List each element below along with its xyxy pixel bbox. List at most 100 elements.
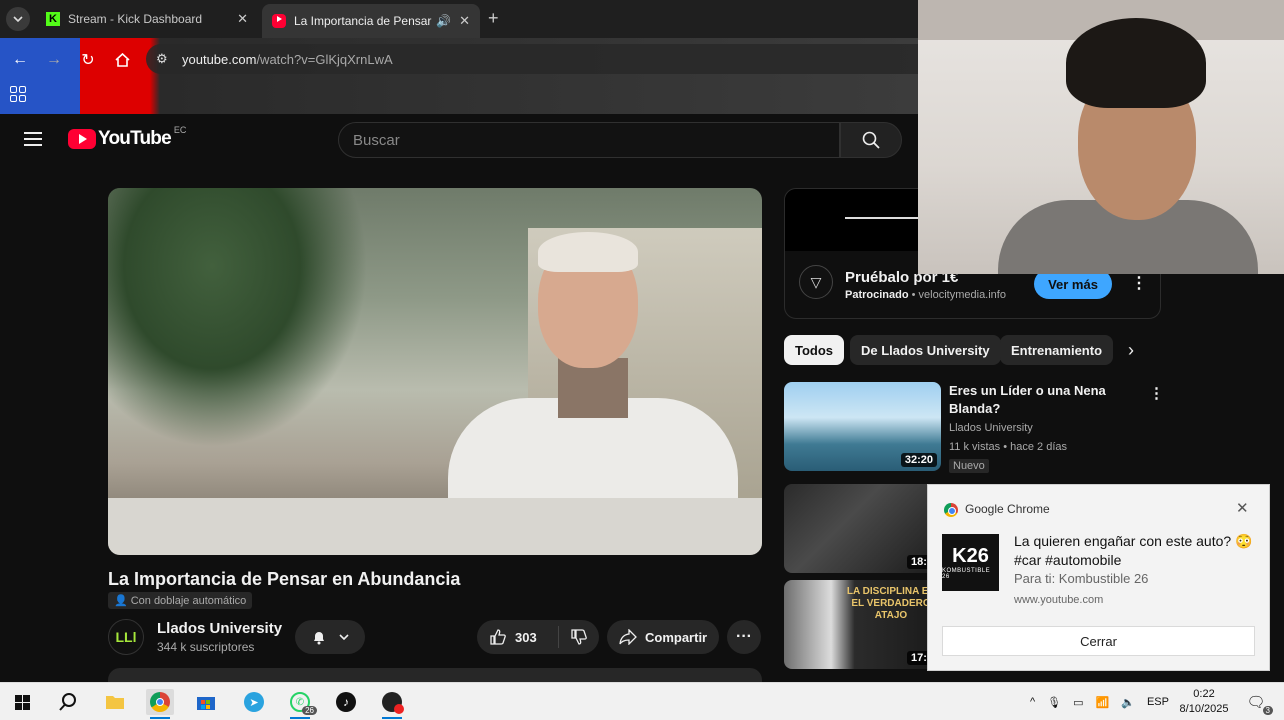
whatsapp-unread-badge: 26	[302, 706, 317, 715]
tab-youtube-video[interactable]: La Importancia de Pensar en 🔊 ✕	[262, 4, 480, 38]
webcam-overlay	[918, 0, 1284, 274]
youtube-header: YouTube EC Buscar	[0, 114, 920, 166]
video-thumbnail[interactable]: LA DISCIPLINA ES EL VERDADERO ATAJO 17:3	[784, 580, 941, 669]
search-button[interactable]	[840, 122, 902, 158]
recommended-channel[interactable]: Llados University	[949, 422, 1033, 434]
menu-icon[interactable]	[24, 132, 42, 146]
notification-site: www.youtube.com	[1014, 594, 1104, 606]
chip-entrenamiento[interactable]: Entrenamiento	[1000, 335, 1114, 365]
channel-avatar[interactable]: LLl	[108, 619, 144, 655]
chrome-notification[interactable]: Google Chrome ✕ K26 KOMBUSTIBLE 26 La qu…	[927, 484, 1270, 671]
country-code: EC	[173, 125, 187, 135]
back-arrow-icon[interactable]: ←	[8, 48, 32, 72]
tab-kick-dashboard[interactable]: K Stream - Kick Dashboard ✕	[36, 5, 258, 33]
browser-tabstrip: K Stream - Kick Dashboard ✕ La Importanc…	[0, 0, 920, 38]
clock-date: 8/10/2025	[1179, 703, 1229, 715]
video-duration: 32:20	[900, 453, 937, 467]
clock-time: 0:22	[1193, 688, 1215, 700]
address-bar[interactable]: ⚙ youtube.com/watch?v=GlKjqXrnLwA	[146, 44, 920, 74]
browser-toolbar: ← → ↻ ⚙ youtube.com/watch?v=GlKjqXrnLwA	[0, 38, 920, 114]
screen: K Stream - Kick Dashboard ✕ La Importanc…	[0, 0, 1284, 720]
like-count: 303	[515, 629, 537, 645]
notification-image: K26 KOMBUSTIBLE 26	[942, 534, 999, 591]
url-path: /watch?v=GlKjqXrnLwA	[256, 51, 393, 67]
tab-title: Stream - Kick Dashboard	[68, 12, 203, 26]
youtube-logo[interactable]: YouTube EC	[68, 125, 187, 150]
wifi-icon[interactable]: 📶	[1096, 696, 1110, 709]
windows-logo-icon	[14, 694, 30, 710]
youtube-favicon-icon	[272, 14, 286, 28]
subscribed-notifications-button[interactable]	[295, 620, 365, 654]
chevron-up-icon[interactable]: ^	[1030, 696, 1035, 708]
obs-taskbar-button[interactable]	[378, 689, 406, 719]
video-thumbnail[interactable]: 18:3	[784, 484, 941, 573]
more-vert-icon[interactable]: ⋮	[1149, 384, 1164, 402]
start-button[interactable]	[8, 689, 36, 715]
recommended-title[interactable]: Eres un Líder o una Nena Blanda?	[949, 382, 1129, 418]
like-button[interactable]: 303	[477, 626, 559, 648]
share-arrow-icon	[619, 629, 637, 645]
share-button[interactable]: Compartir	[607, 620, 719, 654]
dislike-button[interactable]	[559, 628, 599, 646]
chrome-logo-icon	[150, 692, 170, 712]
forward-arrow-icon[interactable]: →	[42, 48, 66, 72]
dub-person-icon: 👤	[114, 595, 128, 607]
youtube-wordmark: YouTube	[98, 128, 172, 149]
sponsored-label: Patrocinado	[845, 289, 909, 301]
channel-name[interactable]: Llados University	[157, 620, 282, 637]
close-icon[interactable]: ✕	[237, 11, 248, 27]
search-input[interactable]: Buscar	[338, 122, 840, 158]
home-icon[interactable]	[110, 48, 134, 72]
search-taskbar-button[interactable]	[54, 689, 82, 715]
chip-todos[interactable]: Todos	[784, 335, 845, 365]
language-indicator[interactable]: ESP	[1147, 696, 1169, 708]
ad-more-menu-icon[interactable]: ⋮	[1131, 273, 1147, 293]
system-tray: ^ 🎙 ▭ 📶 🔈 ESP	[1030, 683, 1169, 720]
notification-title: La quieren engañar con este auto? 😳 #car…	[1014, 533, 1253, 568]
audio-playing-icon[interactable]: 🔊	[436, 14, 451, 28]
tab-title: La Importancia de Pensar en	[294, 14, 432, 28]
apps-grid-icon[interactable]	[10, 86, 26, 102]
kick-favicon-icon: K	[46, 12, 60, 26]
video-frame-table	[108, 498, 762, 555]
thumbs-down-icon	[571, 629, 587, 645]
clock[interactable]: 0:22 8/10/2025	[1176, 687, 1232, 717]
notification-app-name: Google Chrome	[965, 502, 1050, 516]
chip-de-llados-university[interactable]: De Llados University	[850, 335, 1001, 365]
telegram-taskbar-button[interactable]: ➤	[240, 689, 268, 715]
reload-icon[interactable]: ↻	[76, 48, 100, 72]
video-title: La Importancia de Pensar en Abundancia	[108, 569, 461, 589]
url-text: youtube.com/watch?v=GlKjqXrnLwA	[182, 52, 393, 67]
notification-close-button[interactable]: Cerrar	[942, 626, 1255, 656]
microphone-icon[interactable]: 🎙	[1047, 696, 1061, 709]
advertiser-logo-icon: ▽	[799, 265, 833, 299]
notification-center-button[interactable]: 🗨 3	[1242, 689, 1273, 715]
video-frame-palm	[108, 188, 368, 448]
chevron-right-icon[interactable]: ›	[1128, 340, 1134, 361]
file-explorer-button[interactable]	[101, 689, 129, 715]
new-tab-plus-icon[interactable]: +	[488, 8, 499, 29]
auto-dub-badge: 👤 Con doblaje automático	[108, 592, 253, 609]
close-icon[interactable]: ✕	[1236, 499, 1249, 517]
tiktok-icon: ♪	[336, 692, 356, 712]
site-info-icon[interactable]: ⚙	[156, 51, 174, 67]
video-thumbnail[interactable]: 32:20	[784, 382, 941, 471]
more-actions-button[interactable]: ···	[727, 620, 761, 654]
close-icon[interactable]: ✕	[459, 13, 470, 29]
notification-icon-subtext: KOMBUSTIBLE 26	[942, 568, 991, 580]
notification-count-badge: 3	[1262, 706, 1273, 715]
chrome-taskbar-button[interactable]	[146, 689, 174, 719]
store-taskbar-button[interactable]	[192, 689, 220, 715]
video-player[interactable]	[108, 188, 762, 555]
recommended-stats: 11 k vistas • hace 2 días	[949, 441, 1067, 453]
chevron-down-icon	[339, 634, 349, 640]
subscriber-count: 344 k suscriptores	[157, 640, 255, 654]
new-badge: Nuevo	[949, 459, 989, 473]
battery-icon[interactable]: ▭	[1073, 696, 1083, 709]
tiktok-taskbar-button[interactable]: ♪	[332, 689, 360, 715]
volume-icon[interactable]: 🔈	[1121, 696, 1135, 709]
share-label: Compartir	[645, 629, 708, 645]
whatsapp-taskbar-button[interactable]: ✆ 26	[286, 689, 317, 719]
bell-icon	[314, 632, 324, 645]
tab-search-button[interactable]	[6, 7, 30, 31]
